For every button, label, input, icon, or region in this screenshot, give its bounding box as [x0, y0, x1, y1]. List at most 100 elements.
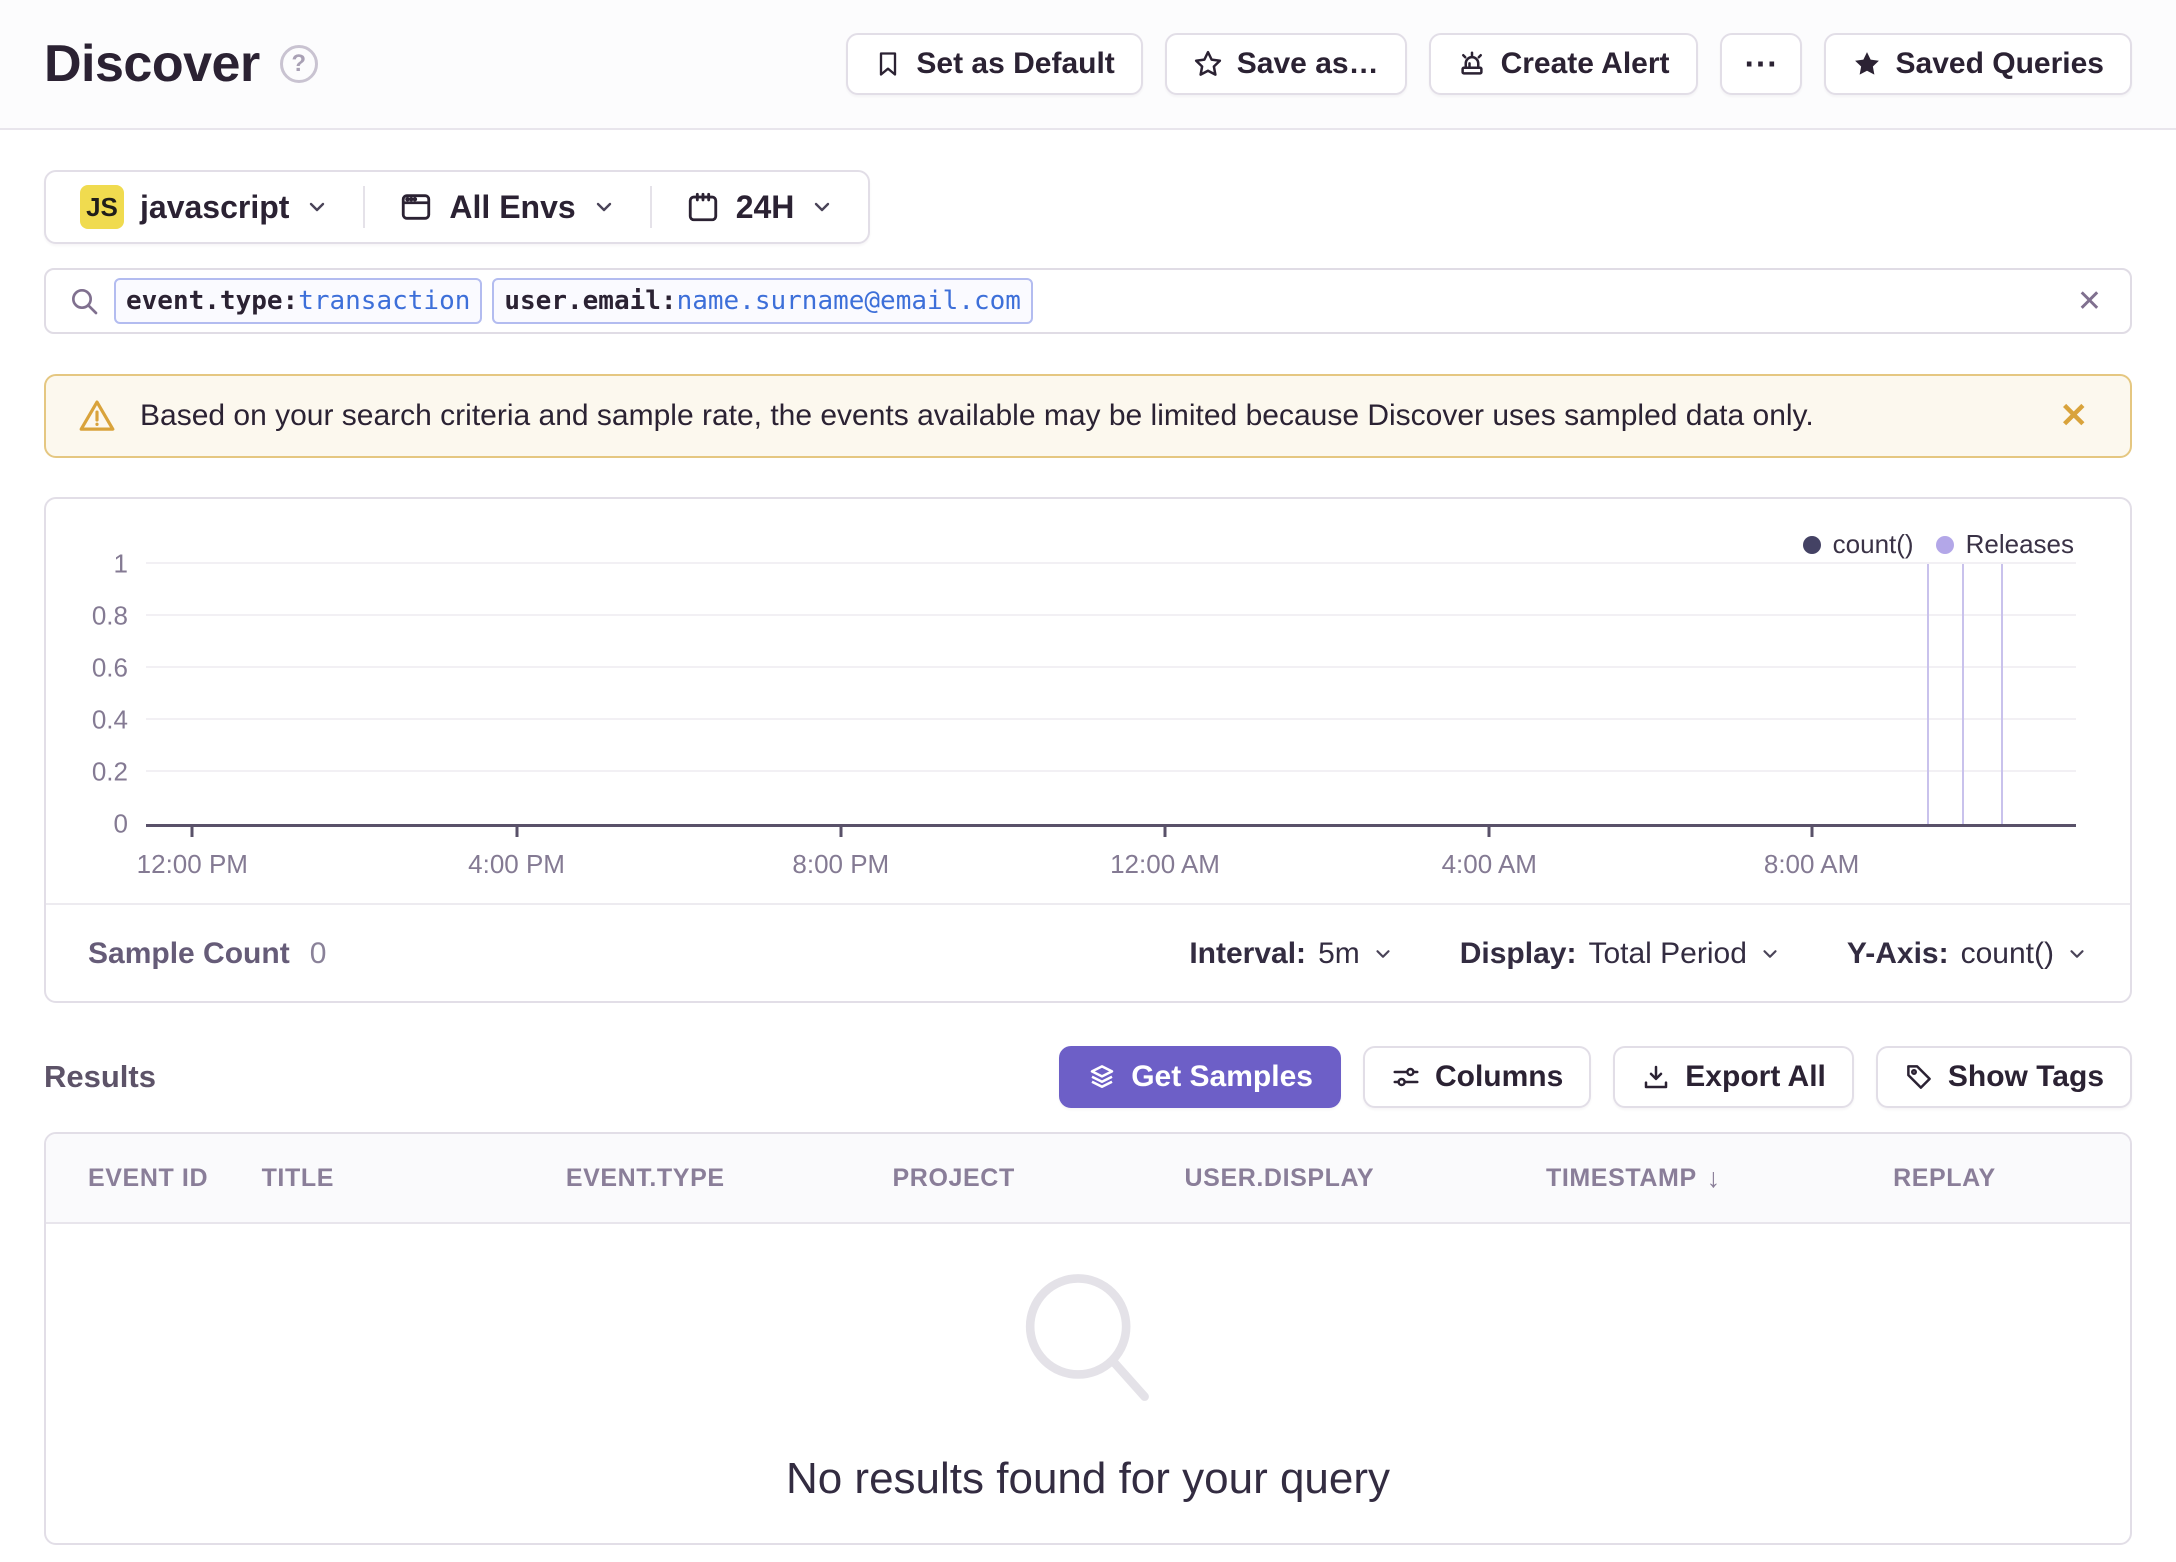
results-title: Results — [44, 1059, 156, 1094]
legend-item-releases[interactable]: Releases — [1935, 529, 2074, 560]
clear-search-icon[interactable]: ✕ — [2071, 278, 2108, 325]
gridline — [146, 666, 2076, 668]
download-icon — [1641, 1062, 1671, 1092]
x-axis-tick-label: 12:00 AM — [1110, 849, 1220, 879]
legend-releases-label: Releases — [1965, 529, 2074, 559]
help-icon[interactable]: ? — [279, 45, 318, 83]
save-as-button[interactable]: Save as… — [1164, 33, 1407, 95]
sample-count-value: 0 — [309, 937, 327, 970]
column-label: PROJECT — [892, 1163, 1015, 1192]
releases-series-dot-icon — [1935, 535, 1954, 554]
create-alert-button[interactable]: Create Alert — [1428, 33, 1698, 95]
set-as-default-label: Set as Default — [916, 47, 1115, 80]
create-alert-label: Create Alert — [1500, 47, 1670, 80]
get-samples-button[interactable]: Get Samples — [1059, 1046, 1341, 1108]
x-axis-tick-label: 8:00 AM — [1763, 849, 1860, 879]
column-label: USER.DISPLAY — [1184, 1163, 1375, 1192]
export-all-button[interactable]: Export All — [1613, 1046, 1854, 1108]
x-axis-tick — [190, 827, 194, 837]
columns-button[interactable]: Columns — [1362, 1046, 1592, 1108]
star-outline-icon — [1193, 49, 1223, 79]
gridline — [146, 614, 2076, 616]
y-axis-label: Y-Axis: — [1846, 937, 1949, 970]
search-token[interactable]: event.type: transaction — [114, 278, 483, 324]
column-header-event-id[interactable]: EVENT ID — [88, 1164, 262, 1193]
interval-dropdown[interactable]: Interval: 5m — [1189, 937, 1393, 971]
y-axis-tick-label: 0.4 — [91, 704, 128, 735]
layers-icon — [1087, 1062, 1117, 1092]
banner-message: Based on your search criteria and sample… — [140, 399, 1814, 432]
empty-state-message: No results found for your query — [785, 1453, 1391, 1503]
release-line — [1927, 564, 1930, 824]
search-query[interactable]: event.type: transaction user.email: name.s… — [114, 278, 2057, 324]
chart-controls: Interval: 5m Display: Total Period Y-Axi… — [1189, 937, 2088, 971]
save-as-label: Save as… — [1236, 47, 1379, 80]
export-all-label: Export All — [1685, 1060, 1826, 1093]
banner-close-icon[interactable]: ✕ — [2050, 392, 2099, 440]
column-header-title[interactable]: TITLE — [262, 1164, 566, 1193]
environment-filter[interactable]: All Envs — [365, 172, 649, 242]
chevron-down-icon — [305, 195, 329, 219]
column-header-replay[interactable]: REPLAY — [1893, 1164, 2089, 1193]
more-options-button[interactable]: ⋯ — [1719, 33, 1802, 95]
siren-icon — [1457, 49, 1487, 79]
x-axis-tick-label: 4:00 AM — [1441, 849, 1537, 879]
x-axis-tick — [1487, 827, 1491, 837]
column-header-event-type[interactable]: EVENT.TYPE — [566, 1164, 893, 1193]
chart-plot: 0 0.2 0.4 0.6 0.8 1 12:00 PM 4:00 PM 8:00 PM 12:0… — [92, 549, 2076, 879]
y-axis-tick-label: 0 — [113, 808, 128, 839]
legend-count-label: count() — [1832, 529, 1914, 559]
y-axis-dropdown[interactable]: Y-Axis: count() — [1847, 937, 2088, 971]
column-label: EVENT.TYPE — [565, 1163, 725, 1192]
interval-value: 5m — [1318, 937, 1360, 970]
environment-filter-label: All Envs — [449, 188, 576, 225]
display-dropdown[interactable]: Display: Total Period — [1460, 937, 1781, 971]
chevron-down-icon — [1759, 943, 1781, 965]
y-axis-tick-label: 0.8 — [91, 600, 128, 631]
time-range-filter-label: 24H — [735, 188, 795, 225]
saved-queries-label: Saved Queries — [1895, 47, 2104, 80]
show-tags-button[interactable]: Show Tags — [1875, 1046, 2132, 1108]
search-token[interactable]: user.email: name.surname@email.com — [492, 278, 1033, 324]
y-axis-tick-label: 0.2 — [91, 756, 128, 787]
chevron-down-icon — [810, 195, 834, 219]
set-as-default-button[interactable]: Set as Default — [846, 33, 1143, 95]
time-range-filter[interactable]: 24H — [652, 172, 869, 242]
results-table: EVENT ID TITLE EVENT.TYPE PROJECT USER.D… — [44, 1132, 2132, 1545]
column-header-user-display[interactable]: USER.DISPLAY — [1185, 1164, 1546, 1193]
search-bar[interactable]: event.type: transaction user.email: name.s… — [44, 268, 2132, 334]
column-label: EVENT ID — [88, 1163, 209, 1192]
sampled-data-banner: Based on your search criteria and sample… — [44, 374, 2132, 458]
x-axis-tick — [1810, 827, 1814, 837]
saved-queries-button[interactable]: Saved Queries — [1823, 33, 2132, 95]
chart-card: count() Releases 0 0.2 0.4 0.6 0.8 1 12:00 PM 4… — [44, 497, 2132, 1003]
y-axis-value: count() — [1960, 937, 2054, 970]
release-line — [2000, 564, 2003, 824]
chevron-down-icon — [1372, 943, 1394, 965]
gridline — [146, 562, 2076, 564]
search-icon — [68, 285, 100, 317]
display-label: Display: — [1459, 937, 1577, 970]
x-axis-tick — [515, 827, 519, 837]
sliders-icon — [1391, 1062, 1421, 1092]
release-line — [1962, 564, 1965, 824]
legend-item-count[interactable]: count() — [1802, 529, 1914, 560]
chart-legend: count() Releases — [1802, 529, 2074, 560]
display-value: Total Period — [1588, 937, 1747, 970]
token-key: event.type: — [126, 286, 299, 316]
results-row: Results Get Samples Columns Export All S… — [44, 1046, 2132, 1108]
javascript-platform-icon: JS — [80, 185, 124, 229]
x-axis-tick — [839, 827, 843, 837]
sort-descending-icon: ↓ — [1706, 1162, 1721, 1193]
column-header-project[interactable]: PROJECT — [893, 1164, 1185, 1193]
ellipsis-icon: ⋯ — [1743, 45, 1778, 83]
window-icon — [399, 190, 433, 224]
title-wrap: Discover ? — [44, 34, 318, 94]
gridline — [146, 770, 2076, 772]
chevron-down-icon — [2066, 943, 2088, 965]
main-content: JS javascript All Envs 24H event.type: t… — [0, 130, 2176, 1545]
page-title: Discover — [44, 35, 260, 93]
column-header-timestamp[interactable]: TIMESTAMP ↓ — [1546, 1163, 1893, 1194]
show-tags-label: Show Tags — [1947, 1060, 2104, 1093]
project-filter[interactable]: JS javascript — [46, 172, 363, 242]
